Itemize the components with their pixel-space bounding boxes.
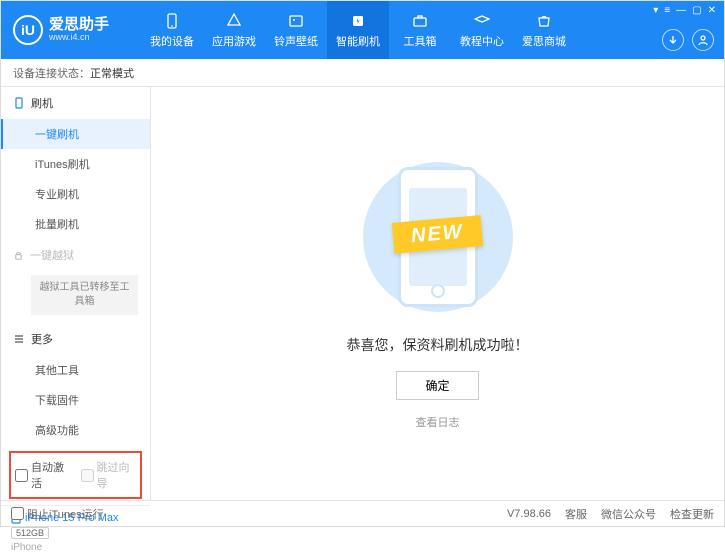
store-icon — [535, 12, 553, 30]
logo-area: iU 爱思助手 www.i4.cn — [1, 15, 121, 45]
sidebar-heading-flash[interactable]: 刷机 — [1, 87, 150, 119]
toolbox-icon — [411, 12, 429, 30]
version-label: V7.98.66 — [507, 508, 551, 520]
window-controls: ▾ ≡ — ▢ ✕ — [653, 5, 716, 16]
sidebar-heading-label: 刷机 — [31, 95, 53, 111]
graduation-icon — [473, 12, 491, 30]
nav-apps-games[interactable]: 应用游戏 — [203, 1, 265, 59]
jailbreak-moved-note: 越狱工具已转移至工具箱 — [31, 275, 138, 315]
apps-icon — [225, 12, 243, 30]
sidebar-heading-jailbreak: 一键越狱 — [1, 239, 150, 271]
logo-icon: iU — [13, 15, 43, 45]
footer-link-update[interactable]: 检查更新 — [670, 506, 714, 522]
ok-button[interactable]: 确定 — [396, 371, 478, 400]
success-illustration: NEW — [338, 157, 538, 317]
top-nav: 我的设备 应用游戏 铃声壁纸 智能刷机 工具箱 教程中心 爱思商城 — [141, 1, 575, 59]
nav-tutorial[interactable]: 教程中心 — [451, 1, 513, 59]
sidebar-heading-more[interactable]: 更多 — [1, 323, 150, 355]
checkbox-label: 阻止iTunes运行 — [27, 506, 104, 522]
download-button[interactable] — [662, 29, 684, 51]
sidebar-item-other-tools[interactable]: 其他工具 — [1, 355, 150, 385]
nav-ringtone-wallpaper[interactable]: 铃声壁纸 — [265, 1, 327, 59]
sidebar-heading-label: 一键越狱 — [30, 247, 74, 263]
sidebar-item-batch-flash[interactable]: 批量刷机 — [1, 209, 150, 239]
footer-left: 阻止iTunes运行 — [11, 506, 104, 522]
nav-label: 铃声壁纸 — [274, 33, 318, 49]
sidebar-item-oneclick-flash[interactable]: 一键刷机 — [1, 119, 150, 149]
phone-icon — [163, 12, 181, 30]
nav-label: 智能刷机 — [336, 33, 380, 49]
nav-label: 爱思商城 — [522, 33, 566, 49]
image-icon — [287, 12, 305, 30]
nav-label: 我的设备 — [150, 33, 194, 49]
app-title: 爱思助手 — [49, 17, 109, 34]
device-type: iPhone — [11, 542, 140, 553]
status-label: 设备连接状态： — [13, 65, 90, 81]
status-bar: 设备连接状态： 正常模式 — [1, 59, 724, 87]
footer-right: V7.98.66 客服 微信公众号 检查更新 — [507, 506, 714, 522]
maximize-icon[interactable]: ▢ — [692, 5, 701, 16]
status-value: 正常模式 — [90, 65, 134, 81]
logo-text-block: 爱思助手 www.i4.cn — [49, 17, 109, 43]
checkbox-label: 自动激活 — [31, 459, 71, 491]
app-subtitle: www.i4.cn — [49, 33, 109, 43]
header: iU 爱思助手 www.i4.cn 我的设备 应用游戏 铃声壁纸 智能刷机 工具… — [1, 1, 724, 59]
nav-toolbox[interactable]: 工具箱 — [389, 1, 451, 59]
main-content: NEW 恭喜您，保资料刷机成功啦！ 确定 查看日志 — [151, 87, 724, 500]
sidebar: 刷机 一键刷机 iTunes刷机 专业刷机 批量刷机 一键越狱 越狱工具已转移至… — [1, 87, 151, 500]
device-storage-badge: 512GB — [11, 527, 49, 539]
nav-store[interactable]: 爱思商城 — [513, 1, 575, 59]
close-icon[interactable]: ✕ — [708, 5, 716, 16]
header-action-circles — [662, 29, 714, 51]
nav-label: 应用游戏 — [212, 33, 256, 49]
nav-label: 教程中心 — [460, 33, 504, 49]
lock-icon — [13, 250, 24, 261]
nav-label: 工具箱 — [404, 33, 437, 49]
nav-my-device[interactable]: 我的设备 — [141, 1, 203, 59]
skip-setup-checkbox[interactable]: 跳过向导 — [81, 459, 137, 491]
flash-small-icon — [13, 97, 25, 109]
dropdown-icon[interactable]: ▾ — [653, 5, 658, 16]
nav-smart-flash[interactable]: 智能刷机 — [327, 1, 389, 59]
user-button[interactable] — [692, 29, 714, 51]
more-icon — [13, 333, 25, 345]
sidebar-heading-label: 更多 — [31, 331, 53, 347]
checkbox-label: 跳过向导 — [97, 459, 137, 491]
auto-activate-checkbox[interactable]: 自动激活 — [15, 459, 71, 491]
menu-icon[interactable]: ≡ — [664, 5, 670, 16]
sidebar-item-itunes-flash[interactable]: iTunes刷机 — [1, 149, 150, 179]
highlighted-checkbox-row: 自动激活 跳过向导 — [9, 451, 142, 499]
flash-icon — [349, 12, 367, 30]
block-itunes-checkbox[interactable]: 阻止iTunes运行 — [11, 506, 104, 522]
sidebar-item-download-firmware[interactable]: 下载固件 — [1, 385, 150, 415]
footer-link-support[interactable]: 客服 — [565, 506, 587, 522]
minimize-icon[interactable]: — — [676, 5, 686, 16]
footer-link-wechat[interactable]: 微信公众号 — [601, 506, 656, 522]
success-message: 恭喜您，保资料刷机成功啦！ — [347, 335, 529, 355]
view-log-link[interactable]: 查看日志 — [416, 414, 460, 430]
sidebar-item-pro-flash[interactable]: 专业刷机 — [1, 179, 150, 209]
body: 刷机 一键刷机 iTunes刷机 专业刷机 批量刷机 一键越狱 越狱工具已转移至… — [1, 87, 724, 500]
sidebar-item-advanced[interactable]: 高级功能 — [1, 415, 150, 445]
